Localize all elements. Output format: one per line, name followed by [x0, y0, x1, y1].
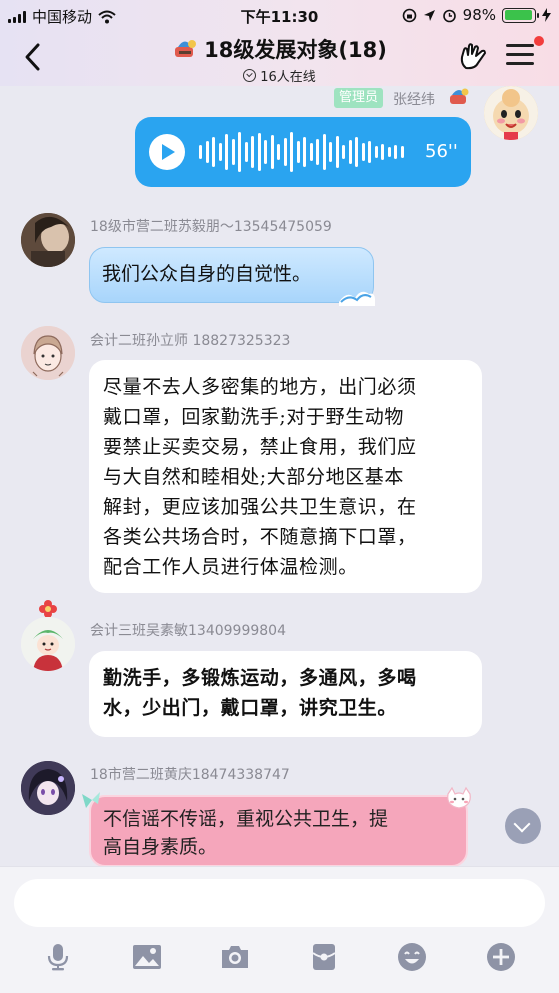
group-title: 18级发展对象(18): [204, 38, 387, 62]
waveform-bar: [303, 137, 306, 167]
message-line: 不信谣不传谣，重视公共卫生，提: [103, 808, 389, 830]
waveform-bar: [290, 132, 293, 172]
waveform-bar: [381, 144, 384, 160]
waveform-bar: [368, 141, 371, 163]
waveform-bar: [316, 139, 319, 165]
online-check-icon: [243, 69, 257, 82]
message-input[interactable]: [14, 879, 545, 927]
waveform-bar: [283, 138, 287, 166]
admin-badge: 管理员: [334, 88, 384, 108]
message-bubble[interactable]: 我们公众自身的自觉性。: [89, 247, 375, 306]
waveform-bar: [251, 136, 254, 168]
message-bubble[interactable]: 尽量不去人多密集的地方，出门必须 戴口罩，回家勤洗手;对于野生动物 要禁止买卖交…: [89, 360, 482, 593]
waveform-bar: [244, 142, 248, 162]
notification-badge: [534, 36, 544, 46]
waveform-bar: [322, 134, 326, 170]
menu-button[interactable]: [506, 44, 534, 70]
waveform-bar: [225, 134, 228, 170]
message-line: 各类公共场合时，不随意摘下口罩，: [103, 526, 417, 548]
avatar[interactable]: [21, 761, 75, 815]
charging-icon: [542, 8, 551, 22]
waveform-bar: [329, 142, 332, 162]
waveform-bar: [199, 145, 202, 159]
waveform-bar: [394, 145, 397, 159]
input-area: [0, 866, 559, 993]
message-line: 水，少出门，戴口罩，讲究卫生。: [103, 697, 398, 719]
message-line: 勤洗手，多锻炼运动，多通风，多喝: [103, 667, 417, 689]
avatar[interactable]: [21, 617, 75, 671]
message-line: 戴口罩，回家勤洗手;对于野生动物: [103, 406, 405, 428]
message-line: 尽量不去人多密集的地方，出门必须: [103, 376, 417, 398]
camera-icon[interactable]: [219, 941, 251, 973]
anime-avatar-icon: [21, 761, 75, 815]
message-line: 与大自然和睦相处;大部分地区基本: [103, 466, 405, 488]
waveform-bar: [400, 146, 404, 158]
message-bubble[interactable]: 不信谣不传谣，重视公共卫生，提 高自身素质。: [89, 795, 468, 867]
waveform-bar: [296, 141, 300, 163]
voice-waveform: [199, 131, 411, 173]
waveform-bar: [257, 133, 261, 171]
waveform-bar: [270, 135, 274, 169]
battery-icon: [502, 7, 539, 23]
waveform-bar: [355, 137, 358, 167]
battery-percent: 98%: [462, 6, 496, 24]
waveform-bar: [238, 132, 241, 172]
sender-name: 会计二班孙立师 18827325323: [90, 333, 291, 349]
waveform-bar: [205, 141, 209, 163]
waveform-bar: [335, 136, 339, 168]
waveform-bar: [361, 143, 365, 161]
waveform-bar: [342, 145, 345, 159]
alarm-icon: [442, 9, 456, 22]
waveform-bar: [374, 146, 378, 158]
waveform-bar: [218, 143, 222, 161]
emoji-icon[interactable]: [396, 941, 428, 973]
avatar[interactable]: [484, 86, 538, 140]
photo-avatar-icon: [21, 213, 75, 267]
cartoon-girl-icon: [21, 326, 75, 380]
status-bar: 中国移动 下午11:30 98%: [0, 0, 559, 30]
sender-name: 18级市营二班苏毅朋～13545475059: [90, 219, 332, 235]
sender-name: 会计三班吴素敏13409999804: [90, 623, 286, 639]
play-button[interactable]: [149, 134, 185, 170]
message-bubble[interactable]: 勤洗手，多锻炼运动，多通风，多喝 水，少出门，戴口罩，讲究卫生。: [89, 651, 482, 737]
online-count: 16人在线: [260, 70, 316, 85]
title-row: 18级发展对象(18): [172, 34, 387, 64]
message-line: 高自身素质。: [103, 836, 218, 858]
waveform-bar: [212, 137, 215, 167]
waveform-bar: [348, 140, 352, 164]
sender-name: 张经纬: [393, 92, 435, 108]
waveform-bar: [387, 147, 391, 157]
scroll-to-bottom-button[interactable]: [505, 808, 541, 844]
plus-icon[interactable]: [485, 941, 517, 973]
sender-badge-icon: [450, 88, 469, 104]
hand-gesture-icon[interactable]: [458, 42, 490, 72]
chat-header: 18级发展对象(18) 16人在线: [0, 30, 559, 86]
message-text: 我们公众自身的自觉性。: [102, 263, 312, 285]
avatar[interactable]: [21, 326, 75, 380]
group-emblem-icon: [175, 40, 197, 57]
voice-duration: 56'': [425, 141, 458, 162]
red-packet-icon[interactable]: [308, 941, 340, 973]
wave-decoration-icon: [339, 291, 375, 306]
voice-message-bubble[interactable]: 56'': [135, 117, 471, 187]
message-line: 解封，更应该加强公共卫生意识，在: [103, 496, 417, 518]
microphone-icon[interactable]: [42, 941, 74, 973]
cartoon-character-icon: [21, 617, 75, 671]
rotation-lock-icon: [402, 8, 416, 22]
cat-decoration-icon: [447, 786, 471, 809]
message-line: 配合工作人员进行体温检测。: [103, 556, 358, 578]
waveform-bar: [231, 139, 235, 165]
message-line: 要禁止买卖交易，禁止食用，我们应: [103, 436, 417, 458]
image-icon[interactable]: [131, 941, 163, 973]
ribbon-decoration-icon: [82, 792, 100, 808]
status-right: 98%: [402, 6, 551, 24]
location-icon: [423, 9, 435, 21]
avatar[interactable]: [21, 213, 75, 267]
sender-name: 18市营二班黄庆18474338747: [90, 767, 290, 783]
flower-decoration-icon: [39, 600, 57, 618]
waveform-bar: [264, 140, 267, 164]
waveform-bar: [309, 143, 313, 161]
cartoon-face-icon: [484, 86, 538, 140]
waveform-bar: [277, 144, 280, 160]
